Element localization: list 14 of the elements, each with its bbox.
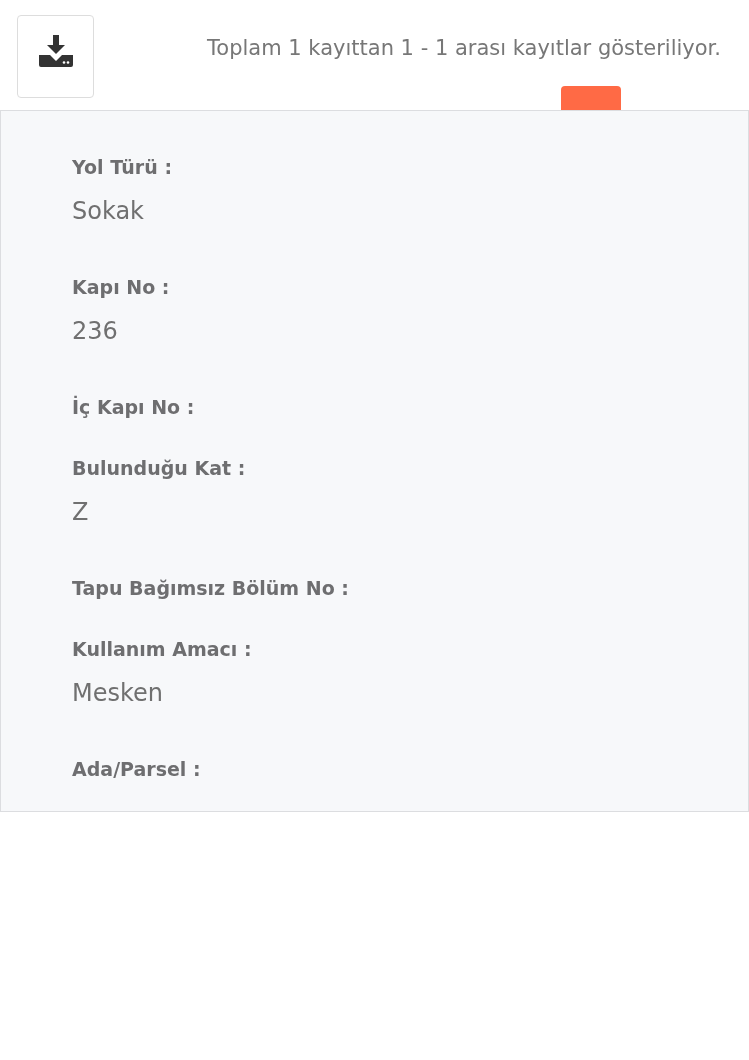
field-value: 236 bbox=[72, 316, 118, 346]
field-value: Z bbox=[72, 497, 89, 527]
field-label: Kapı No : bbox=[72, 275, 170, 300]
field-value: Mesken bbox=[72, 678, 163, 708]
download-button[interactable] bbox=[17, 15, 94, 98]
field-label: Kullanım Amacı : bbox=[72, 637, 252, 662]
download-icon bbox=[38, 34, 73, 67]
records-summary: Toplam 1 kayıttan 1 - 1 arası kayıtlar gösteriliyor. bbox=[207, 35, 721, 62]
field-label: İç Kapı No : bbox=[72, 394, 195, 420]
field-value: Sokak bbox=[72, 196, 144, 226]
field-label: Bulunduğu Kat : bbox=[72, 456, 246, 481]
field-label: Ada/Parsel : bbox=[72, 757, 201, 782]
field-label: Yol Türü : bbox=[72, 155, 172, 180]
field-label: Tapu Bağımsız Bölüm No : bbox=[72, 576, 349, 601]
